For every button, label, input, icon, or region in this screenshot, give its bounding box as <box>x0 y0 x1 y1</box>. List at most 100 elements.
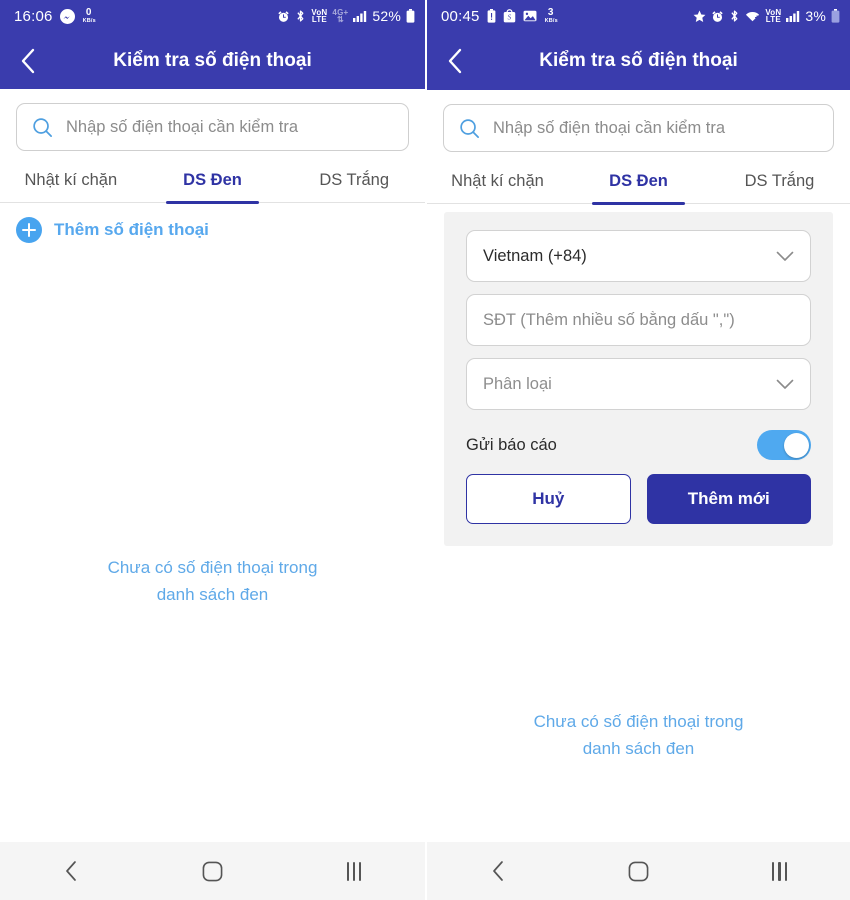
signal-bars-icon <box>786 10 800 22</box>
alarm-icon <box>711 10 724 23</box>
page-title: Kiểm tra số điện thoại <box>113 49 312 71</box>
search-icon <box>458 117 481 140</box>
nav-back-icon <box>64 860 78 882</box>
back-button[interactable] <box>427 32 483 90</box>
nav-recents-button[interactable] <box>283 861 425 881</box>
toggle-knob <box>783 432 809 458</box>
chevron-left-icon <box>20 47 36 75</box>
phone-number-field[interactable] <box>466 294 811 346</box>
right-phone-screen: 00:45 S 3 KB/s VoN LTE 3% Kiểm tra số đi… <box>425 0 850 900</box>
nav-recents-icon <box>346 861 362 881</box>
phone-number-input[interactable] <box>483 310 794 330</box>
right-system-nav-bar <box>427 842 850 900</box>
data-speed-value: 0 <box>85 7 92 18</box>
status-bar-clock: 00:45 <box>441 7 480 25</box>
nav-recents-icon <box>772 861 787 881</box>
empty-state-line-1: Chưa có số điện thoại trong <box>533 712 744 731</box>
dual-screenshot-container: 16:06 0 KB/s VoN LTE 4G+ ⇅ 52% Kiểm tra … <box>0 0 850 900</box>
data-speed-indicator: 0 KB/s <box>82 8 96 24</box>
right-tab-bar: Nhật kí chặn DS Đen DS Trắng <box>427 162 850 205</box>
send-report-row: Gửi báo cáo <box>466 422 811 474</box>
status-bar-right-group: VoN LTE 3% <box>693 8 840 24</box>
gallery-icon <box>523 10 537 22</box>
category-select[interactable]: Phân loại <box>466 358 811 410</box>
right-status-bar: 00:45 S 3 KB/s VoN LTE 3% <box>427 0 850 32</box>
tab-ds-den[interactable]: DS Đen <box>568 162 709 205</box>
shopee-icon: S <box>503 9 516 23</box>
volte-icon: VoN LTE <box>765 8 782 24</box>
left-status-bar: 16:06 0 KB/s VoN LTE 4G+ ⇅ 52% <box>0 0 425 32</box>
right-app-bar: Kiểm tra số điện thoại <box>427 32 850 90</box>
alarm-icon <box>277 10 290 23</box>
country-select-value: Vietnam (+84) <box>483 246 587 265</box>
left-app-bar: Kiểm tra số điện thoại <box>0 32 425 89</box>
battery-percent-label: 52% <box>372 8 401 24</box>
add-new-button[interactable]: Thêm mới <box>646 474 811 524</box>
search-icon <box>31 116 54 139</box>
right-content-area: Chưa có số điện thoại trong danh sách đe… <box>427 546 850 842</box>
wifi-icon <box>745 10 760 23</box>
data-speed-indicator: 3 KB/s <box>544 8 558 24</box>
search-input[interactable] <box>66 117 394 137</box>
left-tab-bar: Nhật kí chặn DS Đen DS Trắng <box>0 161 425 204</box>
empty-state-line-2: danh sách đen <box>156 585 269 604</box>
empty-state-message: Chưa có số điện thoại trong danh sách đe… <box>427 708 850 762</box>
category-select-value: Phân loại <box>483 374 552 393</box>
left-search-container <box>0 89 425 161</box>
tab-nhat-ki-chan[interactable]: Nhật kí chặn <box>427 162 568 203</box>
nav-back-button[interactable] <box>427 860 568 882</box>
nav-recents-button[interactable] <box>709 861 850 881</box>
send-report-label: Gửi báo cáo <box>466 435 557 454</box>
nav-home-icon <box>202 861 223 882</box>
battery-saver-icon <box>487 9 496 23</box>
add-phone-number-row[interactable]: Thêm số điện thoại <box>0 203 425 257</box>
battery-icon <box>831 9 840 23</box>
empty-state-line-2: danh sách đen <box>582 739 695 758</box>
empty-state-line-1: Chưa có số điện thoại trong <box>107 558 318 577</box>
tab-ds-trang[interactable]: DS Trắng <box>283 161 425 202</box>
country-select[interactable]: Vietnam (+84) <box>466 230 811 282</box>
star-icon <box>693 10 706 23</box>
volte-icon: VoN LTE <box>311 8 328 24</box>
data-speed-unit: KB/s <box>82 18 96 24</box>
status-bar-left-group: 16:06 0 KB/s <box>14 8 96 25</box>
page-title: Kiểm tra số điện thoại <box>539 50 738 71</box>
battery-icon <box>406 9 415 23</box>
add-number-form-card: Vietnam (+84) Phân loại Gửi báo cáo Huỷ <box>444 212 833 546</box>
empty-state-message: Chưa có số điện thoại trong danh sách đe… <box>0 554 425 608</box>
data-speed-unit: KB/s <box>544 18 558 24</box>
nav-home-icon <box>628 861 649 882</box>
nav-back-button[interactable] <box>0 860 142 882</box>
chevron-left-icon <box>447 47 463 75</box>
send-report-toggle[interactable] <box>757 430 811 460</box>
right-search-container <box>427 90 850 162</box>
back-button[interactable] <box>0 32 56 89</box>
left-content-area: Chưa có số điện thoại trong danh sách đe… <box>0 257 425 842</box>
svg-text:S: S <box>507 14 511 22</box>
left-system-nav-bar <box>0 842 425 900</box>
nav-back-icon <box>491 860 505 882</box>
data-speed-value: 3 <box>547 7 554 18</box>
status-bar-left-group: 00:45 S 3 KB/s <box>441 8 558 25</box>
bluetooth-icon <box>729 9 740 23</box>
nav-home-button[interactable] <box>142 861 284 882</box>
cancel-button[interactable]: Huỷ <box>466 474 631 524</box>
status-bar-clock: 16:06 <box>14 7 53 25</box>
chevron-down-icon <box>776 379 794 390</box>
search-input[interactable] <box>493 118 819 138</box>
signal-bars-icon <box>353 10 367 22</box>
form-action-buttons: Huỷ Thêm mới <box>466 474 811 524</box>
search-bar[interactable] <box>16 103 409 151</box>
status-bar-right-group: VoN LTE 4G+ ⇅ 52% <box>277 8 415 24</box>
search-bar[interactable] <box>443 104 834 152</box>
tab-nhat-ki-chan[interactable]: Nhật kí chặn <box>0 161 142 202</box>
chevron-down-icon <box>776 251 794 262</box>
tab-ds-den[interactable]: DS Đen <box>142 161 284 204</box>
bluetooth-icon <box>295 9 306 23</box>
battery-percent-label: 3% <box>805 8 826 24</box>
plus-circle-icon <box>16 217 42 243</box>
add-phone-number-label: Thêm số điện thoại <box>54 220 209 239</box>
tab-ds-trang[interactable]: DS Trắng <box>709 162 850 203</box>
left-phone-screen: 16:06 0 KB/s VoN LTE 4G+ ⇅ 52% Kiểm tra … <box>0 0 425 900</box>
nav-home-button[interactable] <box>568 861 709 882</box>
